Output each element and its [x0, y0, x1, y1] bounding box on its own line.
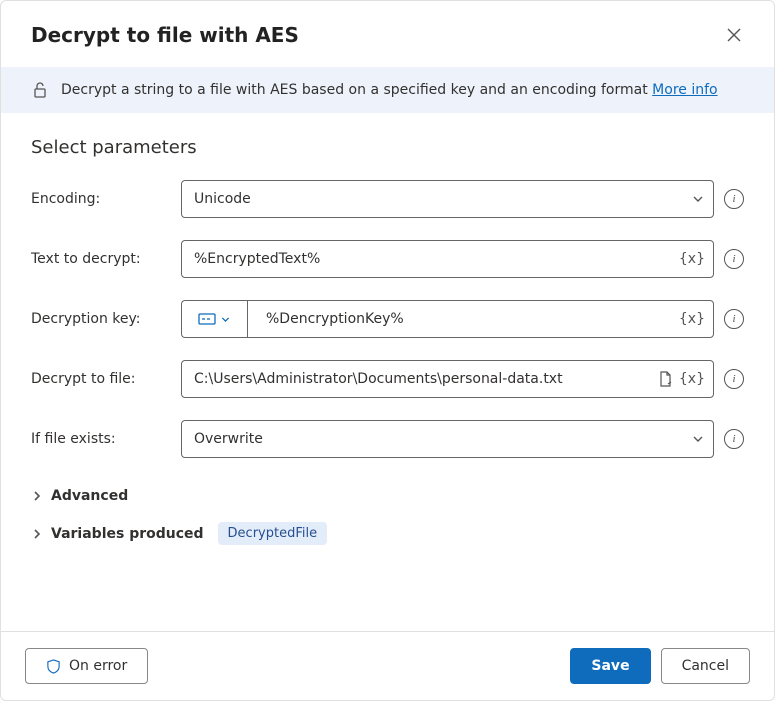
file-label: Decrypt to file:: [31, 371, 181, 387]
info-text: Decrypt a string to a file with AES base…: [61, 82, 652, 98]
exists-label: If file exists:: [31, 431, 181, 447]
on-error-label: On error: [69, 658, 127, 674]
file-value: C:\Users\Administrator\Documents\persona…: [194, 371, 651, 387]
encoding-info-icon[interactable]: i: [724, 189, 744, 209]
save-button[interactable]: Save: [570, 648, 650, 684]
text-info-icon[interactable]: i: [724, 249, 744, 269]
variable-icon[interactable]: {x}: [679, 371, 705, 387]
info-banner: Decrypt a string to a file with AES base…: [1, 67, 774, 113]
more-info-link[interactable]: More info: [652, 82, 717, 98]
file-picker-icon[interactable]: [657, 371, 673, 387]
encoding-select[interactable]: Unicode: [181, 180, 714, 218]
lock-open-icon: [31, 81, 49, 99]
key-value: %DencryptionKey%: [260, 311, 673, 327]
close-icon: [727, 28, 741, 42]
chevron-down-icon: [691, 432, 705, 446]
variable-icon[interactable]: {x}: [679, 251, 705, 267]
section-heading: Select parameters: [31, 137, 744, 158]
exists-value: Overwrite: [194, 431, 691, 447]
text-value: %EncryptedText%: [194, 251, 673, 267]
on-error-button[interactable]: On error: [25, 648, 148, 684]
exists-info-icon[interactable]: i: [724, 429, 744, 449]
cancel-button[interactable]: Cancel: [661, 648, 750, 684]
advanced-expander[interactable]: Advanced: [31, 488, 744, 504]
chevron-down-icon: [220, 314, 231, 325]
encoding-label: Encoding:: [31, 191, 181, 207]
key-info-icon[interactable]: i: [724, 309, 744, 329]
close-button[interactable]: [718, 19, 750, 51]
file-input[interactable]: C:\Users\Administrator\Documents\persona…: [181, 360, 714, 398]
variable-badge[interactable]: DecryptedFile: [218, 522, 328, 545]
variables-expander[interactable]: Variables produced DecryptedFile: [31, 522, 744, 545]
variables-label: Variables produced: [51, 526, 204, 542]
chevron-right-icon: [31, 528, 43, 540]
advanced-label: Advanced: [51, 488, 128, 504]
chevron-right-icon: [31, 490, 43, 502]
text-label: Text to decrypt:: [31, 251, 181, 267]
input-type-icon: [198, 313, 216, 325]
encoding-value: Unicode: [194, 191, 691, 207]
variable-icon[interactable]: {x}: [679, 311, 705, 327]
key-type-select[interactable]: [181, 300, 247, 338]
chevron-down-icon: [691, 192, 705, 206]
exists-select[interactable]: Overwrite: [181, 420, 714, 458]
shield-icon: [46, 659, 61, 674]
dialog-title: Decrypt to file with AES: [31, 23, 299, 47]
key-label: Decryption key:: [31, 311, 181, 327]
file-info-icon[interactable]: i: [724, 369, 744, 389]
key-input[interactable]: %DencryptionKey% {x}: [247, 300, 714, 338]
text-input[interactable]: %EncryptedText% {x}: [181, 240, 714, 278]
